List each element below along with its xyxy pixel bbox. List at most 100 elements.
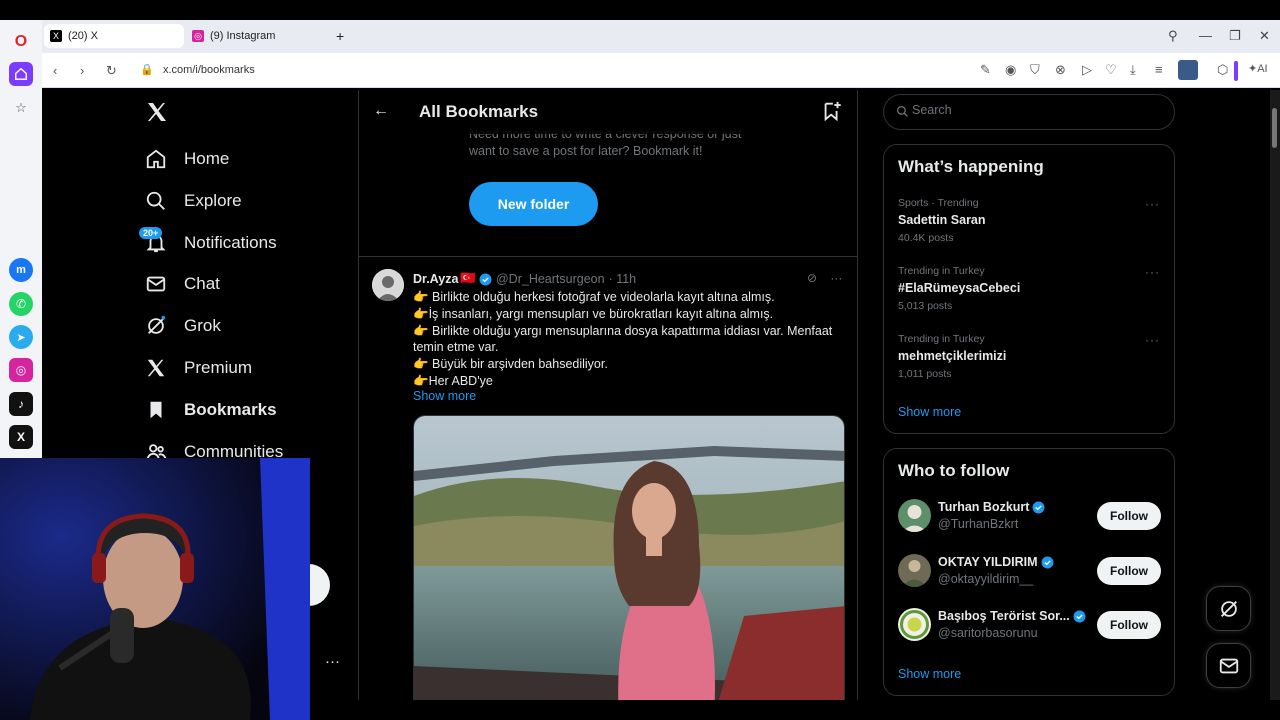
- tweet-line: 👉İş insanları, yargı mensupları ve bürok…: [413, 306, 774, 321]
- forward-icon[interactable]: ›: [80, 63, 84, 78]
- more-icon[interactable]: ···: [1145, 197, 1160, 211]
- star-icon[interactable]: ☆: [9, 96, 33, 120]
- user-handle: @saritorbasorunu: [938, 626, 1038, 640]
- opera-logo-icon[interactable]: O: [9, 30, 33, 54]
- tweet-time[interactable]: · 11h: [609, 272, 637, 286]
- user-handle: @TurhanBzkrt: [938, 517, 1019, 531]
- nav-premium[interactable]: Premium: [144, 352, 252, 384]
- user-name: Başıboş Terörist Sor...: [938, 609, 1070, 624]
- nav-label: Bookmarks: [184, 400, 277, 419]
- nav-home[interactable]: Home: [144, 143, 229, 175]
- whatsapp-icon[interactable]: ✆: [9, 292, 33, 316]
- nav-label: Grok: [184, 316, 221, 335]
- grok-explain-icon[interactable]: ⊘: [807, 271, 817, 285]
- url-field[interactable]: x.com/i/bookmarks: [163, 64, 255, 76]
- tweet-author-name[interactable]: Dr.Ayza: [413, 272, 458, 286]
- reload-icon[interactable]: ↻: [106, 63, 117, 79]
- play-icon[interactable]: ▷: [1082, 62, 1092, 78]
- ai-label: AI: [1257, 63, 1268, 75]
- cube-icon[interactable]: ⬡: [1217, 62, 1228, 78]
- messages-float-button[interactable]: [1206, 643, 1251, 688]
- follow-button[interactable]: Follow: [1097, 611, 1161, 639]
- aria-indicator: [1234, 61, 1238, 81]
- tweet-image[interactable]: [413, 415, 845, 700]
- trend-item[interactable]: Trending in Turkey #ElaRümeysaCebeci 5,0…: [898, 265, 1160, 312]
- telegram-icon[interactable]: ➤: [9, 325, 33, 349]
- avatar[interactable]: [898, 608, 931, 641]
- show-more-link[interactable]: Show more: [898, 405, 961, 419]
- follow-suggestion[interactable]: Turhan Bozkurt @TurhanBzkrt Follow: [898, 499, 1162, 535]
- nav-bookmarks[interactable]: Bookmarks: [144, 394, 277, 426]
- x-app-icon[interactable]: X: [9, 425, 33, 449]
- messenger-icon[interactable]: m: [9, 258, 33, 282]
- user-name: OKTAY YILDIRIM: [938, 555, 1038, 570]
- trend-count: 40.4K posts: [898, 232, 954, 244]
- nav-chat[interactable]: Chat: [144, 268, 220, 300]
- show-more-link[interactable]: Show more: [413, 389, 476, 403]
- show-more-link[interactable]: Show more: [898, 667, 961, 681]
- nav-grok[interactable]: Grok: [144, 310, 221, 342]
- search-box[interactable]: [883, 94, 1175, 130]
- menu-icon[interactable]: ≡: [1155, 62, 1163, 77]
- trend-item[interactable]: Trending in Turkey mehmetçiklerimizi 1,0…: [898, 333, 1160, 380]
- avatar[interactable]: [372, 269, 404, 301]
- nav-explore[interactable]: Explore: [144, 185, 242, 217]
- follow-suggestion[interactable]: Başıboş Terörist Sor... @saritorbasorunu…: [898, 608, 1162, 644]
- page-title: All Bookmarks: [419, 102, 539, 121]
- x-icon: [144, 356, 168, 380]
- shield-icon[interactable]: ⛉: [1030, 62, 1040, 78]
- back-arrow-icon[interactable]: ←: [373, 102, 389, 120]
- close-icon[interactable]: ✕: [1259, 28, 1270, 44]
- new-tab-button[interactable]: +: [330, 24, 348, 48]
- add-folder-icon[interactable]: [821, 100, 843, 127]
- profile-avatar[interactable]: [1178, 60, 1198, 80]
- trend-meta: Trending in Turkey: [898, 333, 985, 345]
- bookmarks-column: Need more time to write a clever respons…: [358, 90, 858, 700]
- user-name: Turhan Bozkurt: [938, 500, 1030, 515]
- who-to-follow-card: Who to follow Turhan Bozkurt @TurhanBzkr…: [883, 448, 1175, 696]
- follow-suggestion[interactable]: OKTAY YILDIRIM @oktayyildirim__ Follow: [898, 554, 1162, 590]
- nav-label: Premium: [184, 358, 253, 377]
- user-name-row: OKTAY YILDIRIM: [938, 555, 1054, 569]
- tweet-more-icon[interactable]: ···: [830, 271, 842, 285]
- more-icon[interactable]: ···: [1145, 265, 1160, 279]
- grok-float-button[interactable]: [1206, 586, 1251, 631]
- x-logo-icon[interactable]: [145, 100, 171, 126]
- home-icon[interactable]: [9, 62, 33, 86]
- avatar[interactable]: [898, 499, 931, 532]
- new-folder-button[interactable]: New folder: [469, 182, 598, 226]
- back-icon[interactable]: ‹: [53, 63, 57, 78]
- tweet[interactable]: Dr.Ayza 🇹🇷 @Dr_Heartsurgeon · 11h ⊘ ··· …: [359, 257, 857, 700]
- trend-name: #ElaRümeysaCebeci: [898, 281, 1021, 295]
- home-icon: [144, 147, 168, 171]
- search-input[interactable]: [912, 103, 1152, 117]
- restore-icon[interactable]: ❐: [1229, 28, 1241, 44]
- trend-item[interactable]: Sports · Trending Sadettin Saran 40.4K p…: [898, 197, 1160, 244]
- account-more-icon[interactable]: ···: [325, 653, 340, 670]
- tab-x[interactable]: X (20) X: [44, 24, 184, 48]
- avatar[interactable]: [898, 554, 931, 587]
- tab-instagram[interactable]: ◎ (9) Instagram: [186, 24, 326, 48]
- heart-icon[interactable]: ♡: [1105, 62, 1117, 78]
- search-tabs-icon[interactable]: ⚲: [1168, 28, 1178, 44]
- minimize-icon[interactable]: —: [1199, 28, 1212, 43]
- edit-icon[interactable]: ✎: [980, 62, 991, 78]
- download-icon[interactable]: ⤓: [1130, 62, 1136, 78]
- ai-button[interactable]: ✦AI: [1248, 62, 1268, 75]
- follow-button[interactable]: Follow: [1097, 557, 1161, 585]
- bookmarks-header: ← All Bookmarks: [359, 90, 857, 134]
- camera-icon[interactable]: ◉: [1005, 62, 1016, 78]
- page-scrollbar[interactable]: [1270, 90, 1280, 700]
- instagram-icon: ◎: [192, 30, 204, 42]
- address-bar: ‹ › ↻ 🔒 x.com/i/bookmarks ✎ ◉ ⛉ ⊗ ▷ ♡ ⤓ …: [42, 53, 1280, 88]
- scrollbar-thumb[interactable]: [1272, 108, 1277, 148]
- follow-button[interactable]: Follow: [1097, 502, 1161, 530]
- vpn-icon[interactable]: ⊗: [1055, 62, 1066, 78]
- nav-notifications[interactable]: Notifications: [144, 227, 277, 259]
- user-name-row: Turhan Bozkurt: [938, 500, 1045, 514]
- more-icon[interactable]: ···: [1145, 333, 1160, 347]
- tweet-handle[interactable]: @Dr_Heartsurgeon: [496, 272, 605, 286]
- instagram-icon[interactable]: ◎: [9, 358, 33, 382]
- tiktok-icon[interactable]: ♪: [9, 392, 33, 416]
- trend-meta: Trending in Turkey: [898, 265, 985, 277]
